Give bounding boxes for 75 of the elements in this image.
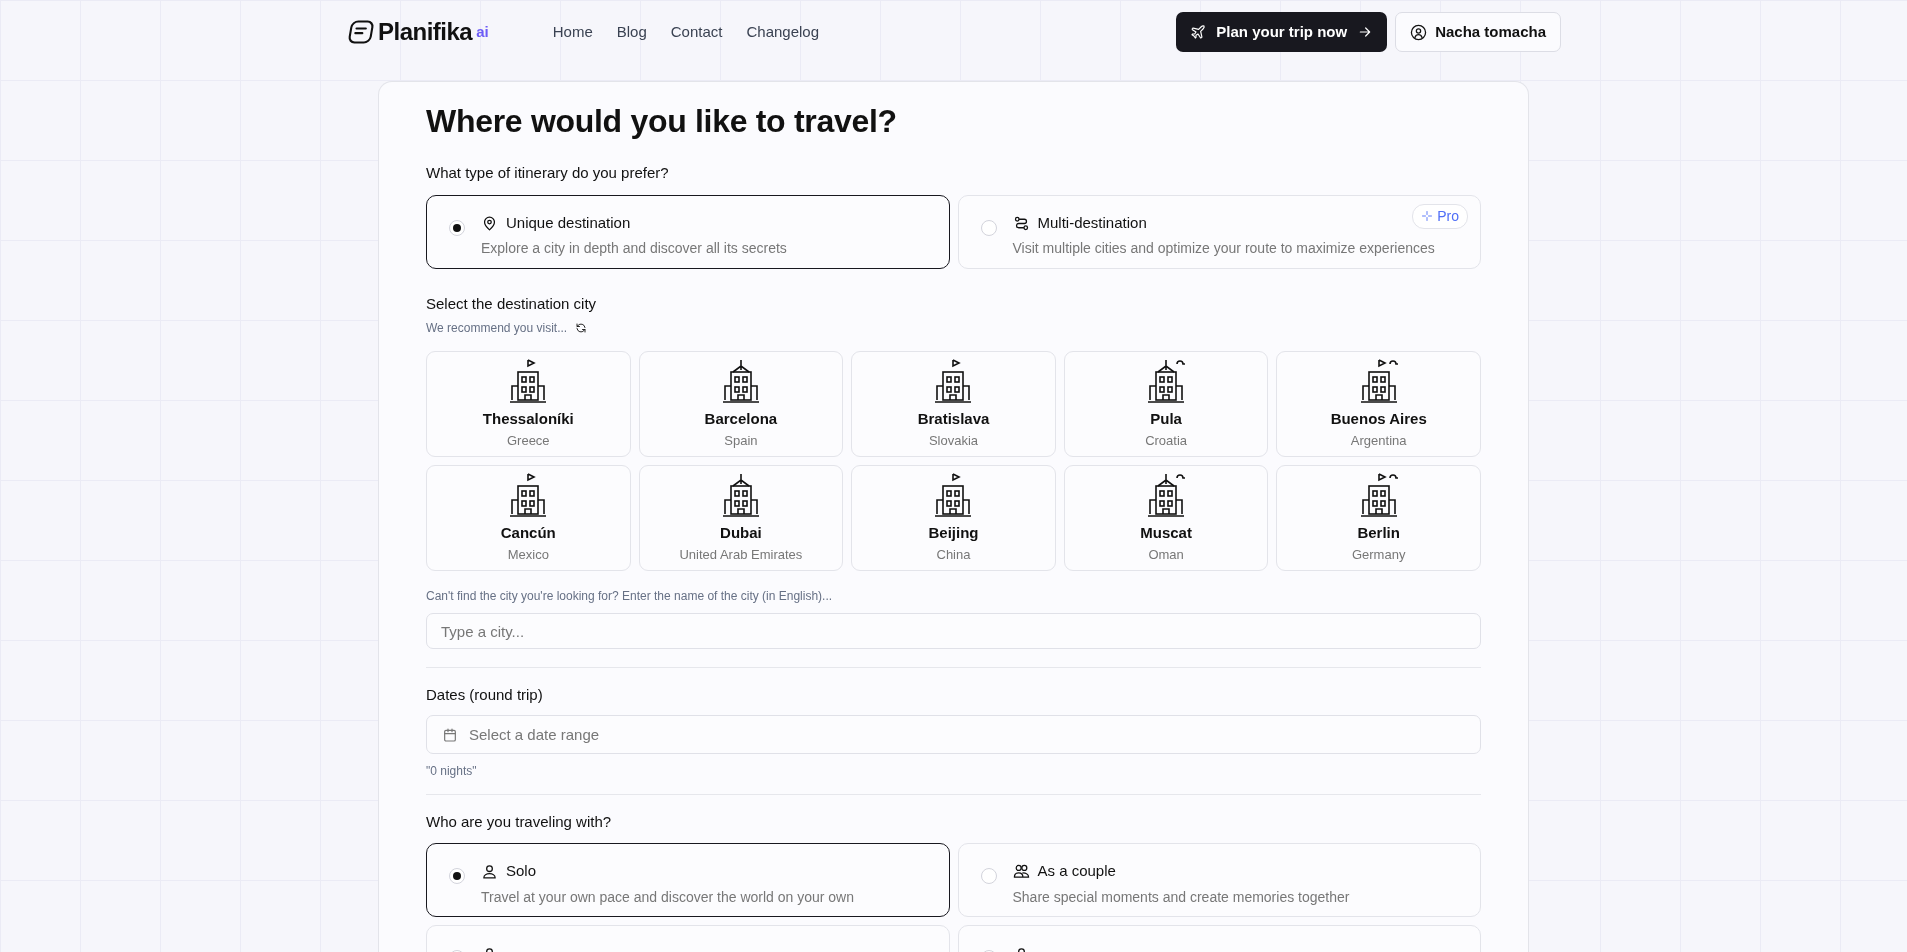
recommend-text: We recommend you visit... <box>426 320 568 338</box>
country-name: Mexico <box>507 545 549 564</box>
radio-button[interactable] <box>980 219 997 236</box>
option-card[interactable]: As a couple Share special moments and create memories together <box>957 843 1481 918</box>
city-name: Berlin <box>1357 523 1400 544</box>
city-input[interactable]: Type a city... <box>426 613 1481 650</box>
city-card[interactable]: Beijing China <box>851 465 1056 572</box>
option-card[interactable]: Unique destination Explore a city in depth and discover all its secrets <box>426 194 950 269</box>
nav-link[interactable]: Blog <box>616 20 647 44</box>
option-description: Visit multiple cities and optimize your route to maximize experiences <box>1012 239 1435 259</box>
logo-text: Planifika <box>378 17 473 47</box>
city-card[interactable]: Cancún Mexico <box>426 465 631 572</box>
option-description: Explore a city in depth and discover all its secrets <box>481 239 787 259</box>
logo-icon <box>346 18 374 46</box>
user-button[interactable]: Nacha tomacha <box>1395 11 1561 53</box>
nights-text: "0 nights" <box>426 762 478 780</box>
country-name: Oman <box>1148 545 1184 564</box>
city-name: Barcelona <box>704 409 778 430</box>
city-card[interactable]: Berlin Germany <box>1276 465 1481 572</box>
city-name: Pula <box>1150 409 1182 430</box>
city-name: Dubai <box>720 523 762 544</box>
option-card[interactable]: Solo Travel at your own pace and discover the world on your own <box>426 843 950 918</box>
country-name: United Arab Emirates <box>679 545 803 564</box>
option-title: Multi-destination <box>1037 212 1147 233</box>
radio-button[interactable] <box>449 868 465 885</box>
hint-text: Can't find the city you're looking for? Enter the name of the city (in English)... <box>426 588 834 606</box>
country-name: Argentina <box>1350 431 1407 450</box>
city-name: Bratislava <box>917 409 990 430</box>
section-label: Select the destination city <box>426 293 598 314</box>
pro-badge: Pro <box>1412 203 1468 229</box>
city-name: Buenos Aires <box>1330 409 1427 430</box>
option-description: Share special moments and create memories together <box>1012 887 1350 907</box>
city-name: Beijing <box>928 523 979 544</box>
city-name: Muscat <box>1140 523 1192 544</box>
country-name: Greece <box>506 431 550 450</box>
country-name: Croatia <box>1145 431 1188 450</box>
country-name: Spain <box>724 431 758 450</box>
city-card[interactable]: Muscat Oman <box>1063 465 1269 572</box>
date-range-field[interactable]: Select a date range <box>426 714 1481 754</box>
logo-superscript: ai <box>476 21 489 42</box>
option-card[interactable]: Multi-destination Visit multiple cities and optimize your route to maximize experiences Pro <box>957 194 1481 269</box>
person-icon <box>481 863 498 881</box>
city-name: Cancún <box>500 523 556 544</box>
plane-icon <box>1190 24 1207 40</box>
page-title: Where would you like to travel? <box>426 102 898 141</box>
radio-button[interactable] <box>980 868 997 885</box>
plan-trip-button[interactable]: Plan your trip now <box>1176 11 1388 53</box>
city-card[interactable]: Barcelona Spain <box>638 351 844 458</box>
city-card[interactable]: Buenos Aires Argentina <box>1276 351 1481 458</box>
section-label: Dates (round trip) <box>426 685 544 706</box>
pin-icon <box>481 214 498 232</box>
city-card[interactable]: Pula Croatia <box>1063 351 1269 458</box>
nav-link[interactable]: Changelog <box>746 20 820 44</box>
option-description: Travel at your own pace and discover the world on your own <box>481 887 854 907</box>
sparkle-icon <box>1421 210 1434 223</box>
refresh-icon[interactable] <box>575 322 588 335</box>
radio-button[interactable] <box>449 219 465 236</box>
nav-link[interactable]: Contact <box>670 20 723 44</box>
people-icon <box>1012 863 1030 881</box>
route-icon <box>1012 214 1030 232</box>
city-name: Thessaloníki <box>482 409 574 430</box>
city-card[interactable]: Dubai United Arab Emirates <box>638 465 844 572</box>
section-label: What type of itinerary do you prefer? <box>426 163 670 184</box>
country-name: Slovakia <box>928 431 979 450</box>
option-title: Solo <box>506 861 537 882</box>
country-name: China <box>936 545 971 564</box>
city-card[interactable]: Thessaloníki Greece <box>426 351 631 458</box>
option-title: Unique destination <box>506 212 631 233</box>
city-card[interactable]: Bratislava Slovakia <box>851 351 1056 458</box>
nav-link[interactable]: Home <box>552 20 593 44</box>
country-name: Germany <box>1351 545 1406 564</box>
section-label: Who are you traveling with? <box>426 811 613 832</box>
option-title: As a couple <box>1037 861 1116 882</box>
user-icon <box>1410 23 1428 41</box>
calendar-icon <box>442 726 458 743</box>
